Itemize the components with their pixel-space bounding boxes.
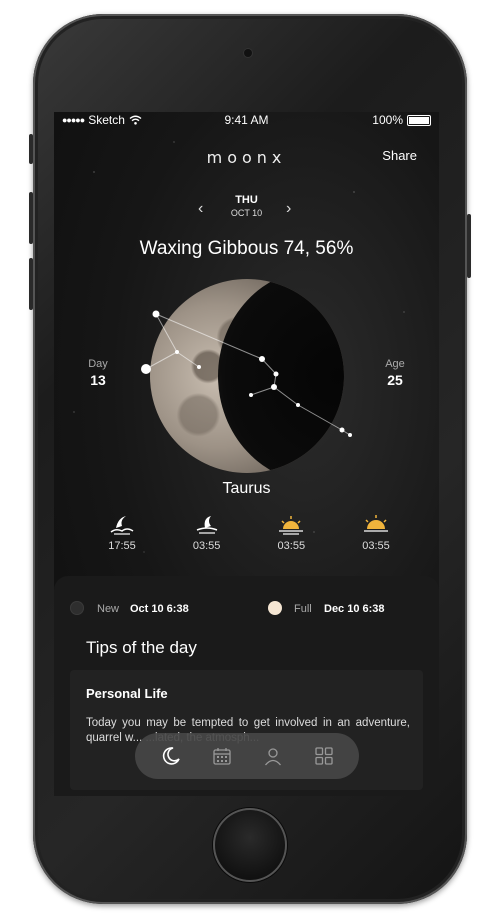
moon-phase-title: Waxing Gibbous 74, 56% bbox=[139, 238, 354, 259]
volume-up-button bbox=[29, 192, 33, 244]
moonrise-icon bbox=[94, 512, 150, 536]
zodiac-sign: Taurus bbox=[222, 480, 271, 497]
power-button bbox=[467, 214, 471, 278]
day-of-week: THU bbox=[235, 194, 258, 206]
moon-shadow bbox=[218, 279, 344, 473]
moonrise-time: 17:55 bbox=[94, 512, 150, 552]
date-navigator: ‹ THU OCT 10 › bbox=[54, 194, 439, 224]
battery-percent: 100% bbox=[372, 113, 403, 127]
day-label: Day bbox=[88, 358, 108, 370]
sunset-value: 03:55 bbox=[362, 540, 390, 552]
new-moon-label: New bbox=[97, 603, 120, 615]
tab-bar bbox=[135, 733, 359, 779]
day-value: 13 bbox=[90, 372, 106, 388]
battery-icon bbox=[407, 114, 431, 126]
tab-grid[interactable] bbox=[309, 741, 339, 771]
age-value: 25 bbox=[387, 372, 403, 388]
grid-icon bbox=[314, 747, 333, 765]
moon-image bbox=[150, 279, 344, 473]
profile-icon bbox=[264, 748, 281, 766]
full-moon-date: Dec 10 6:38 bbox=[324, 603, 385, 615]
status-bar: ●●●●● Sketch 9:41 AM 100% bbox=[54, 112, 439, 128]
moon-age-stat: Age 25 bbox=[375, 358, 415, 388]
rise-set-times: 17:55 03:55 03:55 03:55 bbox=[94, 512, 404, 552]
moonset-icon bbox=[179, 512, 235, 536]
sunset-time: 03:55 bbox=[348, 512, 404, 552]
moonrise-value: 17:55 bbox=[108, 540, 136, 552]
app-screen: ●●●●● Sketch 9:41 AM 100% moonx Share ‹ … bbox=[54, 112, 439, 796]
tip-heading: Personal Life bbox=[86, 686, 168, 701]
current-date: OCT 10 bbox=[230, 208, 263, 218]
front-camera bbox=[244, 49, 252, 57]
share-button[interactable]: Share bbox=[382, 148, 417, 163]
full-moon-label: Full bbox=[294, 603, 312, 615]
new-moon-icon bbox=[70, 601, 84, 615]
moon-day-stat: Day 13 bbox=[78, 358, 118, 388]
tips-title: Tips of the day bbox=[86, 638, 197, 657]
volume-down-button bbox=[29, 258, 33, 310]
sunset-icon bbox=[348, 512, 404, 536]
sunrise-value: 03:55 bbox=[277, 540, 306, 552]
chevron-right-icon[interactable]: › bbox=[286, 200, 291, 218]
sunrise-icon bbox=[263, 512, 319, 536]
tab-profile[interactable] bbox=[258, 741, 288, 771]
moonset-time: 03:55 bbox=[179, 512, 235, 552]
star bbox=[348, 433, 352, 437]
tab-calendar[interactable] bbox=[207, 741, 237, 771]
moon-icon bbox=[162, 747, 180, 765]
moonset-value: 03:55 bbox=[192, 540, 221, 552]
app-logo: moonx bbox=[206, 148, 287, 167]
chevron-left-icon[interactable]: ‹ bbox=[198, 200, 203, 218]
age-label: Age bbox=[385, 358, 405, 370]
phase-dates: New Oct 10 6:38 Full Dec 10 6:38 bbox=[70, 600, 420, 618]
silent-switch bbox=[29, 134, 33, 164]
full-moon-icon bbox=[268, 601, 282, 615]
calendar-icon bbox=[212, 748, 231, 765]
star bbox=[152, 310, 160, 318]
home-button[interactable] bbox=[213, 808, 287, 882]
sunrise-time: 03:55 bbox=[263, 512, 319, 552]
tab-moon[interactable] bbox=[156, 741, 186, 771]
new-moon-date: Oct 10 6:38 bbox=[130, 603, 189, 615]
